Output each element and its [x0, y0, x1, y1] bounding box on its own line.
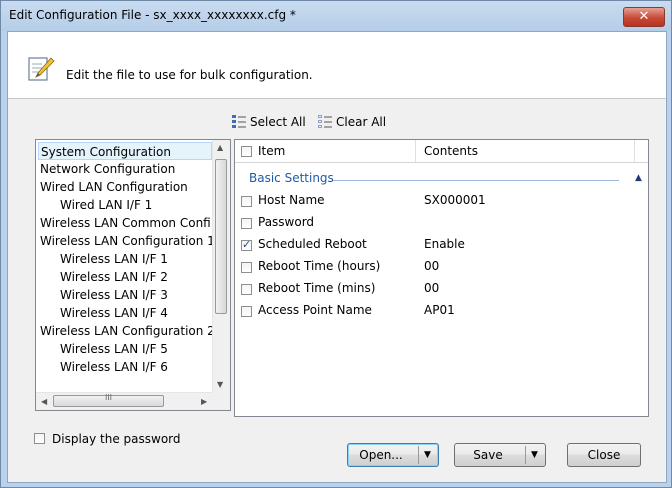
tree-item-wireless-lan-common[interactable]: Wireless LAN Common Confi: [38, 214, 211, 232]
display-password-checkbox[interactable]: [34, 433, 45, 444]
save-button[interactable]: Save ▼: [454, 443, 546, 467]
open-button[interactable]: Open... ▼: [347, 443, 439, 467]
settings-grid[interactable]: Item Contents Basic Settings ▲ Host Name…: [234, 139, 649, 417]
tree-vertical-scroll-thumb[interactable]: [215, 159, 227, 314]
group-divider: [333, 180, 619, 181]
close-icon: ✕: [638, 9, 650, 24]
tree-item-wired-lan-if-1[interactable]: Wired LAN I/F 1: [38, 196, 152, 214]
header-instruction: Edit the file to use for bulk configurat…: [66, 68, 313, 82]
tree-vertical-scrollbar[interactable]: ▲ ▼: [212, 140, 230, 393]
display-password-label[interactable]: Display the password: [52, 432, 181, 446]
scroll-down-arrow-icon[interactable]: ▼: [217, 380, 223, 389]
row-value-access-point-name[interactable]: AP01: [424, 303, 455, 317]
row-value-reboot-hours[interactable]: 00: [424, 259, 439, 273]
tree-item-system-configuration[interactable]: System Configuration: [38, 142, 212, 160]
tree-item-wireless-lan-if-6[interactable]: Wireless LAN I/F 6: [38, 358, 168, 376]
grid-header: Item Contents: [235, 140, 648, 163]
header-select-checkbox[interactable]: [241, 146, 252, 157]
row-name-host-name: Host Name: [258, 193, 325, 207]
row-checkbox-host-name[interactable]: [241, 196, 252, 207]
dialog-window: Edit Configuration File - sx_xxxx_xxxxxx…: [0, 0, 672, 488]
tree-item-wireless-lan-if-5[interactable]: Wireless LAN I/F 5: [38, 340, 168, 358]
scroll-corner: [213, 393, 230, 410]
edit-document-icon: [28, 57, 55, 81]
open-button-label: Open...: [359, 448, 403, 462]
scroll-left-arrow-icon[interactable]: ◀: [41, 397, 47, 406]
row-name-reboot-mins: Reboot Time (mins): [258, 281, 376, 295]
dialog-client-area: Edit the file to use for bulk configurat…: [7, 31, 667, 483]
clear-all-button[interactable]: Clear All: [318, 114, 386, 130]
clear-all-label: Clear All: [336, 115, 387, 129]
select-all-icon: [232, 115, 246, 128]
save-split-divider: [525, 446, 526, 464]
tree-item-wireless-lan-if-1[interactable]: Wireless LAN I/F 1: [38, 250, 168, 268]
row-checkbox-scheduled-reboot[interactable]: [241, 238, 252, 251]
select-all-label: Select All: [250, 115, 306, 129]
row-name-password: Password: [258, 215, 315, 229]
group-basic-settings: Basic Settings: [249, 171, 334, 185]
tree-item-wireless-lan-if-4[interactable]: Wireless LAN I/F 4: [38, 304, 168, 322]
row-name-scheduled-reboot: Scheduled Reboot: [258, 237, 367, 251]
tree-item-wired-lan-configuration[interactable]: Wired LAN Configuration: [38, 178, 188, 196]
row-value-host-name[interactable]: SX000001: [424, 193, 486, 207]
tree-item-wireless-lan-configuration-1[interactable]: Wireless LAN Configuration 1: [38, 232, 215, 250]
title-bar[interactable]: Edit Configuration File - sx_xxxx_xxxxxx…: [1, 1, 671, 31]
close-button-label: Close: [587, 448, 621, 462]
header-contents-label: Contents: [424, 144, 478, 158]
select-all-button[interactable]: Select All: [232, 114, 306, 130]
category-tree[interactable]: System Configuration Network Configurati…: [35, 139, 231, 411]
window-close-button[interactable]: ✕: [623, 7, 665, 27]
save-dropdown-icon[interactable]: ▼: [531, 444, 538, 466]
open-split-divider: [418, 446, 419, 464]
window-title: Edit Configuration File - sx_xxxx_xxxxxx…: [9, 8, 296, 22]
row-value-scheduled-reboot[interactable]: Enable: [424, 237, 465, 251]
clear-all-icon: [318, 115, 332, 128]
scroll-grip-icon: III: [104, 393, 113, 402]
tree-horizontal-scrollbar[interactable]: ◀ III ▶: [36, 392, 213, 410]
tree-item-wireless-lan-if-2[interactable]: Wireless LAN I/F 2: [38, 268, 168, 286]
collapse-group-icon[interactable]: ▲: [635, 173, 642, 183]
dialog-header: Edit the file to use for bulk configurat…: [8, 32, 666, 99]
row-checkbox-reboot-mins[interactable]: [241, 284, 252, 295]
row-value-reboot-mins[interactable]: 00: [424, 281, 439, 295]
row-checkbox-password[interactable]: [241, 218, 252, 229]
header-item-label: Item: [258, 144, 286, 158]
tree-horizontal-scroll-thumb[interactable]: III: [53, 393, 164, 407]
save-button-label: Save: [473, 448, 503, 462]
tree-item-network-configuration[interactable]: Network Configuration: [38, 160, 175, 178]
grid-header-contents[interactable]: Contents: [416, 140, 635, 162]
open-dropdown-icon[interactable]: ▼: [424, 444, 431, 466]
row-checkbox-reboot-hours[interactable]: [241, 262, 252, 273]
row-name-access-point-name: Access Point Name: [258, 303, 372, 317]
grid-header-item[interactable]: Item: [235, 140, 416, 162]
row-checkbox-access-point-name[interactable]: [241, 306, 252, 317]
scroll-right-arrow-icon[interactable]: ▶: [201, 397, 207, 406]
row-name-reboot-hours: Reboot Time (hours): [258, 259, 381, 273]
tree-item-wireless-lan-if-3[interactable]: Wireless LAN I/F 3: [38, 286, 168, 304]
close-button[interactable]: Close: [567, 443, 641, 467]
scroll-up-arrow-icon[interactable]: ▲: [217, 143, 223, 152]
tree-item-wireless-lan-configuration-2[interactable]: Wireless LAN Configuration 2: [38, 322, 215, 340]
